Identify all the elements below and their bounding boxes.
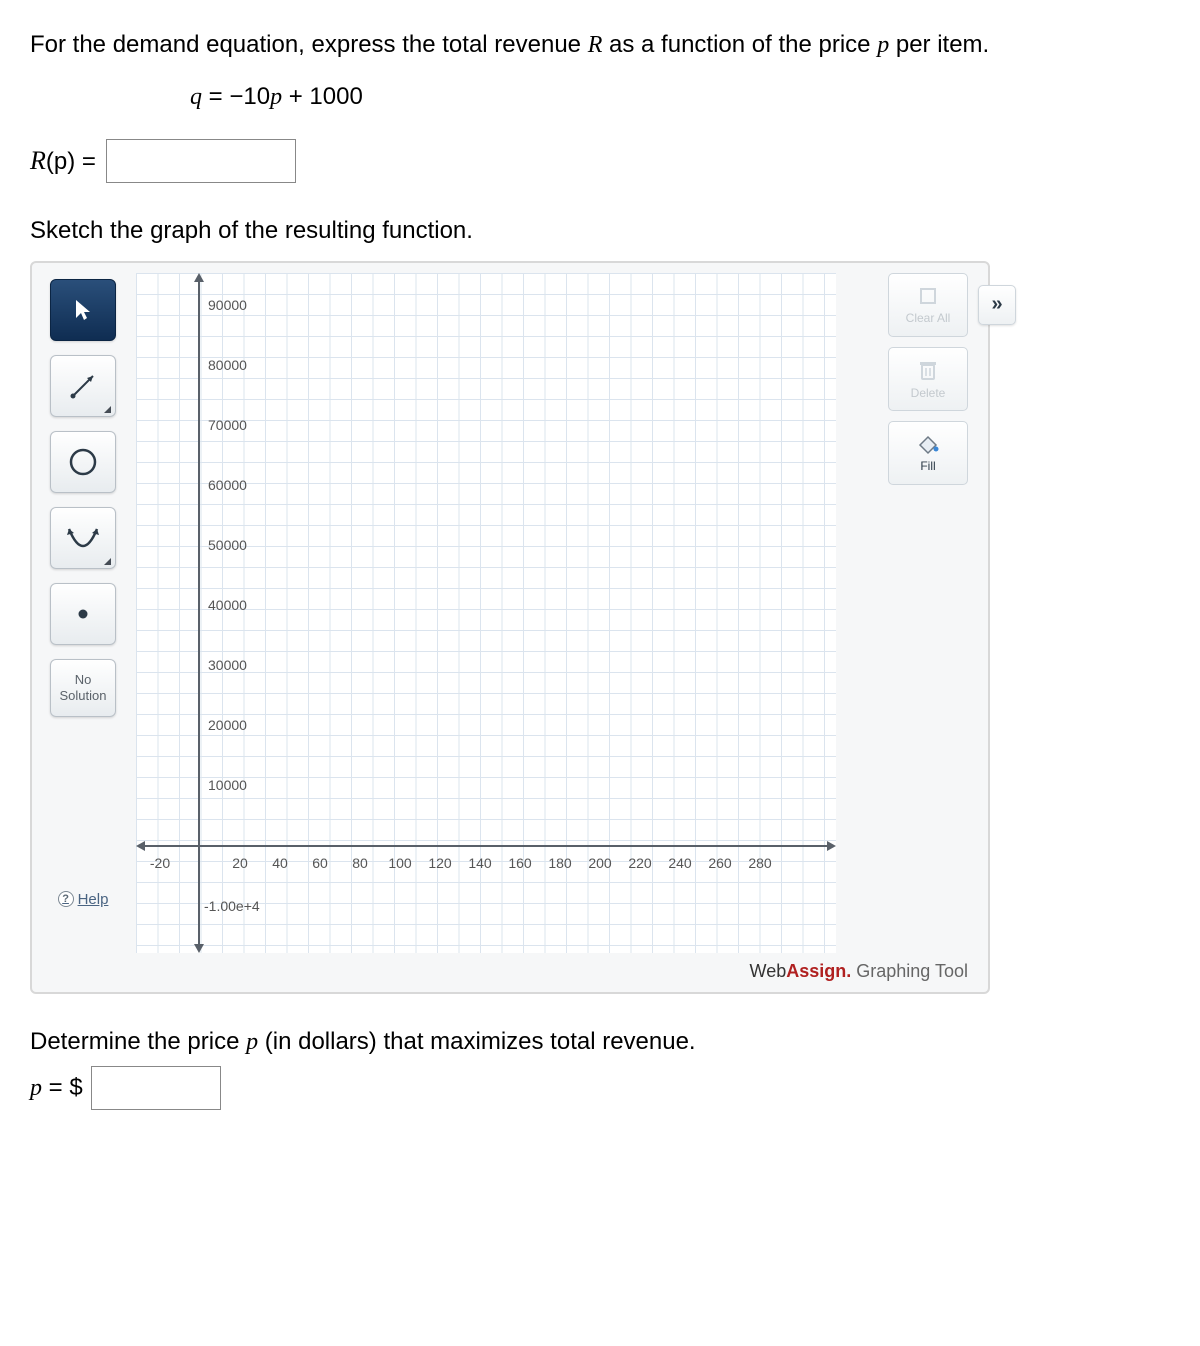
clear-all-button[interactable]: Clear All <box>888 273 968 337</box>
y-tick: 70000 <box>208 417 247 433</box>
x-tick: 40 <box>272 855 288 871</box>
parabola-tool-button[interactable] <box>50 507 116 569</box>
x-axis-arrow-left <box>136 841 145 851</box>
x-axis <box>142 845 830 847</box>
price-input[interactable] <box>91 1066 221 1110</box>
demand-equation: q = −10p + 1000 <box>190 83 1170 111</box>
x-tick: 260 <box>708 855 731 871</box>
paint-bucket-icon <box>916 433 940 455</box>
revenue-function-input[interactable] <box>106 139 296 183</box>
y-axis-arrow-up <box>194 273 204 282</box>
trash-icon <box>917 358 939 382</box>
y-tick: 20000 <box>208 717 247 733</box>
graphing-tool-widget: » No Solution <box>30 261 990 994</box>
y-tick: 50000 <box>208 537 247 553</box>
help-icon: ? <box>58 891 74 907</box>
p-equals-label: p = $ <box>30 1074 83 1102</box>
delete-button[interactable]: Delete <box>888 347 968 411</box>
x-tick: -20 <box>150 855 170 871</box>
x-tick: 100 <box>388 855 411 871</box>
clear-icon <box>917 285 939 307</box>
point-tool-button[interactable] <box>50 583 116 645</box>
x-tick: 160 <box>508 855 531 871</box>
expand-button[interactable]: » <box>978 285 1016 325</box>
determine-prompt: Determine the price p (in dollars) that … <box>30 1028 1170 1056</box>
y-tick: 40000 <box>208 597 247 613</box>
line-tool-button[interactable] <box>50 355 116 417</box>
x-tick: 280 <box>748 855 771 871</box>
x-tick: 240 <box>668 855 691 871</box>
y-axis-arrow-down <box>194 944 204 953</box>
sketch-prompt: Sketch the graph of the resulting functi… <box>30 217 1170 245</box>
y-tick: 80000 <box>208 357 247 373</box>
y-tick: -1.00e+4 <box>204 898 260 914</box>
no-solution-button[interactable]: No Solution <box>50 659 116 717</box>
y-tick: 90000 <box>208 297 247 313</box>
fill-button[interactable]: Fill <box>888 421 968 485</box>
x-tick: 140 <box>468 855 491 871</box>
brand-footer: WebAssign. Graphing Tool <box>42 953 978 986</box>
circle-tool-button[interactable] <box>50 431 116 493</box>
select-tool-button[interactable] <box>50 279 116 341</box>
action-toolbar: Clear All Delete Fill <box>878 273 978 485</box>
x-tick: 20 <box>232 855 248 871</box>
y-tick: 60000 <box>208 477 247 493</box>
help-link[interactable]: ? Help <box>58 891 109 908</box>
x-tick: 120 <box>428 855 451 871</box>
x-tick: 200 <box>588 855 611 871</box>
graph-canvas[interactable]: 90000 80000 70000 60000 50000 40000 3000… <box>136 273 836 953</box>
rp-label: R(p) = <box>30 146 96 176</box>
x-tick: 220 <box>628 855 651 871</box>
draw-toolbar: No Solution ? Help <box>42 273 124 908</box>
x-tick: 80 <box>352 855 368 871</box>
x-axis-arrow-right <box>827 841 836 851</box>
x-tick: 180 <box>548 855 571 871</box>
x-tick: 60 <box>312 855 328 871</box>
question-prompt: For the demand equation, express the tot… <box>30 28 1170 63</box>
y-tick: 10000 <box>208 777 247 793</box>
y-tick: 30000 <box>208 657 247 673</box>
